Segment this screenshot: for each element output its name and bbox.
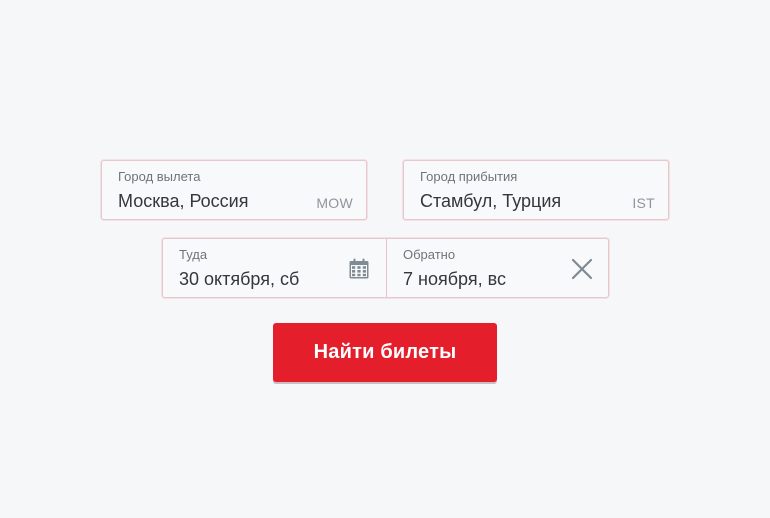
arrival-city-label: Город прибытия	[420, 169, 518, 184]
arrival-airport-code: IST	[632, 195, 655, 211]
clear-return-date-close-icon[interactable]	[570, 257, 594, 281]
return-date-field[interactable]: Обратно 7 ноября, вс	[387, 239, 608, 297]
departure-city-value[interactable]: Москва, Россия	[118, 190, 248, 212]
return-date-label: Обратно	[403, 247, 456, 262]
departure-airport-code: MOW	[316, 195, 353, 211]
departure-date-value[interactable]: 30 октября, сб	[179, 268, 299, 290]
arrival-city-value[interactable]: Стамбул, Турция	[420, 190, 561, 212]
departure-city-label: Город вылета	[118, 169, 201, 184]
departure-date-field[interactable]: Туда 30 октября, сб	[163, 239, 386, 297]
calendar-icon[interactable]	[349, 258, 369, 279]
find-tickets-button[interactable]: Найти билеты	[273, 323, 497, 382]
return-date-value[interactable]: 7 ноября, вс	[403, 268, 506, 290]
departure-city-field[interactable]: Город вылета Москва, Россия MOW	[101, 160, 367, 220]
arrival-city-field[interactable]: Город прибытия Стамбул, Турция IST	[403, 160, 669, 220]
departure-date-label: Туда	[179, 247, 208, 262]
dates-group: Туда 30 октября, сб Обратно 7 ноября, вс	[162, 238, 609, 298]
